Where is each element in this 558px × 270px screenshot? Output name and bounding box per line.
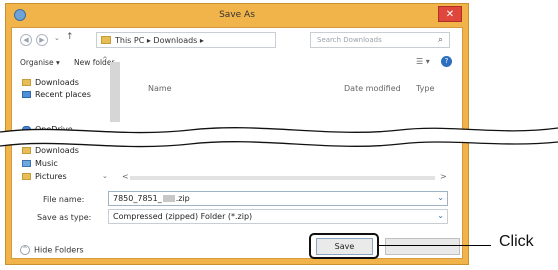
column-header-name[interactable]: Name — [148, 84, 172, 93]
new-folder-button[interactable]: New folder — [74, 58, 115, 67]
command-bar: Organise ▾ New folder ☰ ▾ ? — [12, 52, 462, 74]
view-options-icon[interactable]: ☰ ▾ — [416, 57, 430, 66]
close-icon: ✕ — [445, 9, 455, 20]
search-icon: ⌕ — [437, 35, 443, 45]
address-bar[interactable]: This PC ▸ Downloads ▸ ⌄ ↻ — [96, 32, 350, 48]
column-header-type[interactable]: Type — [416, 84, 434, 93]
redacted-mask — [162, 195, 175, 202]
help-icon[interactable]: ? — [441, 56, 452, 67]
hide-folders-button[interactable]: ^ Hide Folders — [20, 245, 84, 255]
scroll-down-arrow[interactable]: ⌄ — [102, 172, 108, 180]
title-bar[interactable]: Save As ✕ — [6, 4, 468, 27]
chevron-down-icon[interactable]: ⌄ — [437, 193, 444, 202]
file-name-input[interactable]: 7850_7851_ .zip ⌄ — [108, 191, 448, 206]
content-break-mark — [0, 127, 558, 148]
file-name-prefix: 7850_7851_ — [113, 194, 162, 203]
forward-button[interactable]: ▶ — [36, 34, 48, 46]
address-bar-row: ◀ ▶ ⌄ ↑ This PC ▸ Downloads ▸ ⌄ ↻ Search… — [12, 28, 462, 52]
file-name-label: File name: — [43, 195, 85, 204]
organise-menu[interactable]: Organise ▾ — [20, 58, 60, 67]
chevron-down-icon[interactable]: ⌄ — [437, 211, 444, 220]
recent-places-icon — [22, 91, 31, 98]
nav-scrollbar-thumb[interactable] — [110, 62, 120, 122]
column-header-date-modified[interactable]: Date modified — [344, 84, 401, 93]
up-arrow-icon[interactable]: ↑ — [66, 32, 74, 42]
cancel-button[interactable] — [385, 238, 460, 255]
save-button[interactable]: Save — [316, 238, 373, 255]
nav-item-music[interactable]: Music — [22, 159, 58, 168]
file-name-value: 7850_7851_ .zip — [113, 194, 190, 203]
nav-item-label: Downloads — [35, 78, 79, 87]
file-name-suffix: .zip — [175, 194, 190, 203]
scroll-right-arrow[interactable]: > — [440, 172, 447, 181]
save-as-type-label: Save as type: — [37, 213, 92, 222]
address-path: This PC ▸ Downloads ▸ — [115, 36, 204, 45]
window-title: Save As — [219, 10, 255, 20]
nav-item-label: Pictures — [35, 172, 67, 181]
nav-item-pictures[interactable]: Pictures — [22, 172, 67, 181]
search-placeholder: Search Downloads — [317, 36, 382, 44]
folder-icon — [101, 36, 111, 44]
scroll-up-arrow[interactable]: ^ — [102, 56, 108, 64]
music-icon — [22, 160, 31, 167]
close-button[interactable]: ✕ — [438, 6, 462, 22]
save-as-type-select[interactable]: Compressed (zipped) Folder (*.zip) ⌄ — [108, 209, 448, 224]
hide-folders-label: Hide Folders — [34, 245, 84, 255]
downloads-folder-icon — [22, 79, 31, 86]
horizontal-scrollbar-track[interactable] — [130, 176, 435, 180]
nav-item-label: Recent places — [35, 90, 91, 99]
back-button[interactable]: ◀ — [20, 34, 32, 46]
pictures-icon — [22, 173, 31, 180]
nav-item-recent-places[interactable]: Recent places — [22, 90, 91, 99]
nav-item-downloads[interactable]: Downloads — [22, 78, 79, 87]
chevron-up-icon: ^ — [20, 245, 30, 255]
recent-locations-icon[interactable]: ⌄ — [54, 34, 60, 42]
scroll-left-arrow[interactable]: < — [122, 172, 129, 181]
search-input[interactable]: Search Downloads ⌕ — [310, 32, 450, 48]
nav-item-label: Music — [35, 159, 58, 168]
click-callout-label: Click — [499, 233, 534, 250]
callout-line — [379, 245, 491, 246]
save-as-type-value: Compressed (zipped) Folder (*.zip) — [113, 212, 253, 221]
